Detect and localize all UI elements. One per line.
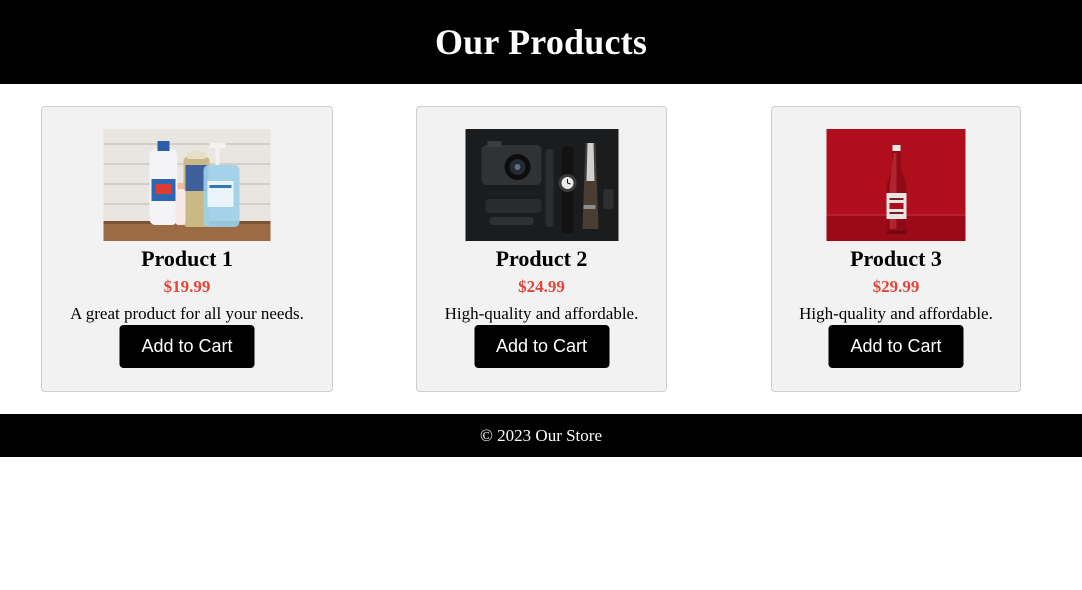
add-to-cart-button[interactable]: Add to Cart <box>474 325 609 368</box>
product-description: A great product for all your needs. <box>70 304 304 323</box>
product-name: Product 3 <box>850 246 942 271</box>
add-to-cart-button[interactable]: Add to Cart <box>828 325 964 368</box>
page-title: Our Products <box>434 22 648 62</box>
product-description: High-quality and affordable. <box>444 304 639 323</box>
site-footer: © 2023 Our Store <box>0 414 1082 457</box>
product-grid: Product 1 $19.99 A great product for all… <box>0 84 1082 414</box>
product-image <box>826 129 966 241</box>
product-name: Product 1 <box>141 246 233 271</box>
add-to-cart-button[interactable]: Add to Cart <box>119 325 255 368</box>
site-header: Our Products <box>0 0 1082 84</box>
product-card: Product 1 $19.99 A great product for all… <box>41 106 333 392</box>
product-price: $29.99 <box>872 277 920 296</box>
product-card: Product 3 $29.99 High-quality and afford… <box>771 106 1021 392</box>
product-image <box>103 129 271 241</box>
copyright-text: © 2023 Our Store <box>480 425 602 445</box>
product-price: $19.99 <box>163 277 211 296</box>
product-price: $24.99 <box>518 277 565 296</box>
product-description: High-quality and affordable. <box>799 304 993 323</box>
product-image <box>465 129 618 241</box>
product-name: Product 2 <box>495 246 588 271</box>
product-card: Product 2 $24.99 High-quality and afford… <box>416 106 667 392</box>
